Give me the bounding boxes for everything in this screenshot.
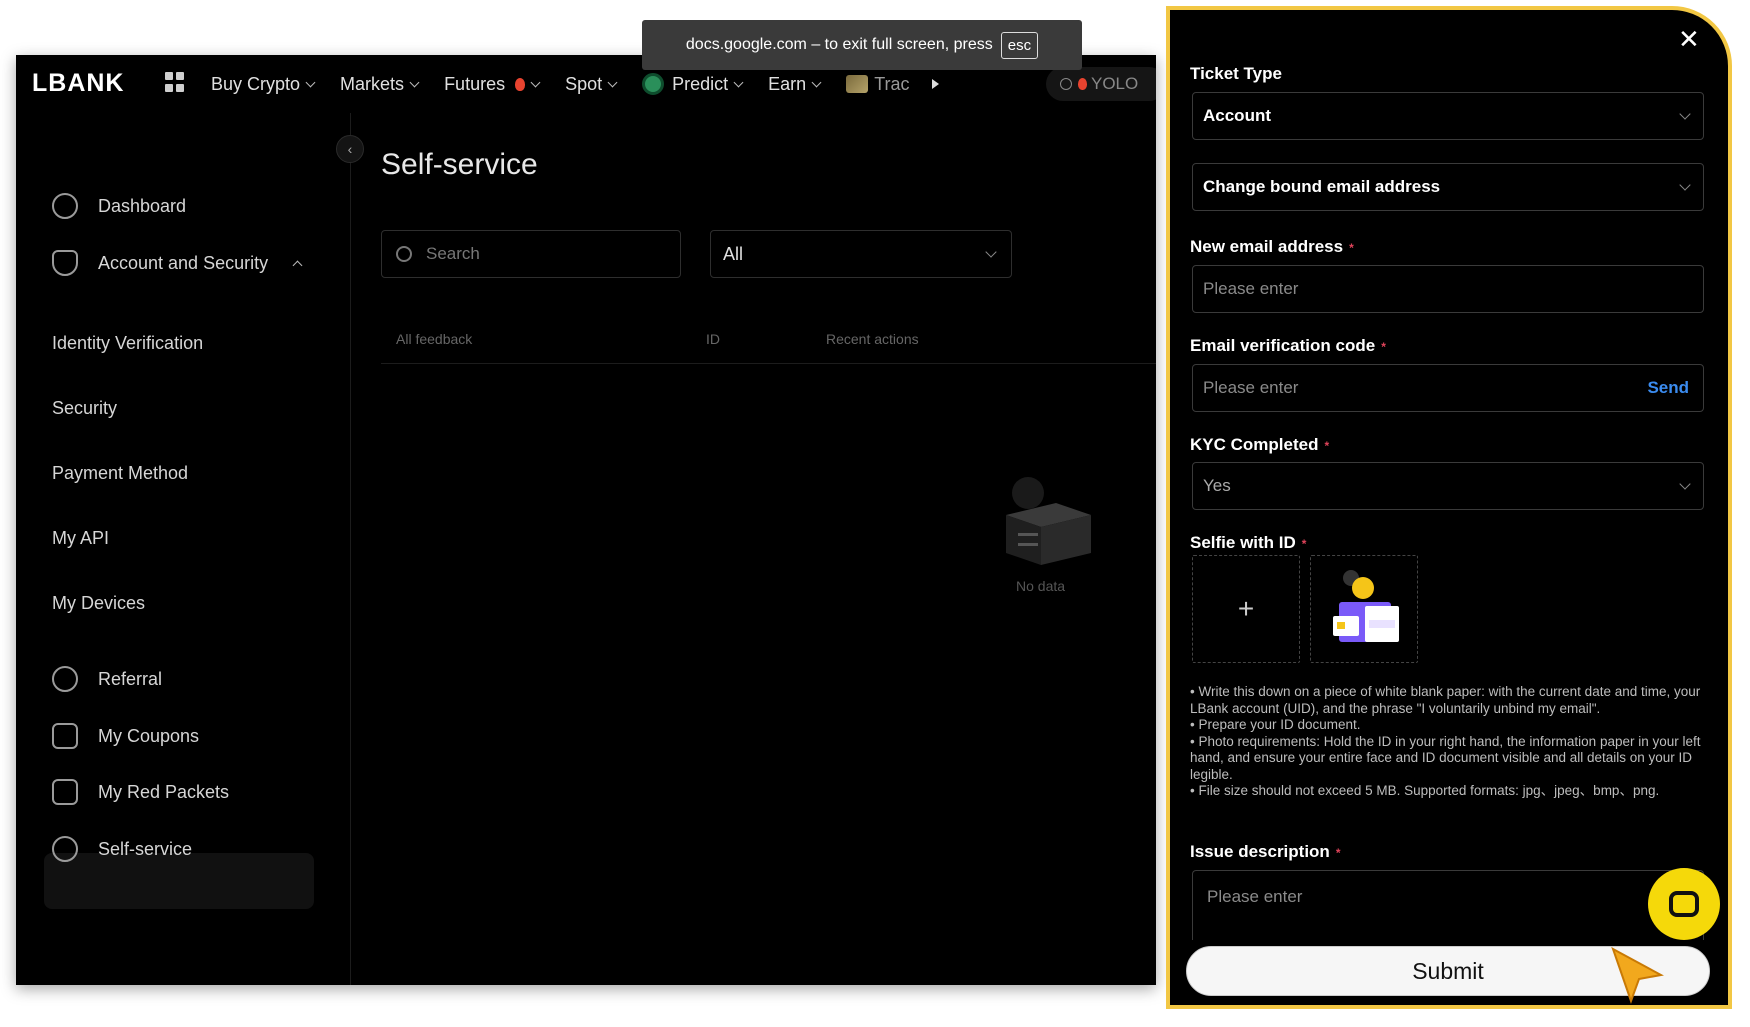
page-title: Self-service: [381, 148, 538, 181]
sidebar-item-payment-method[interactable]: Payment Method: [52, 463, 188, 484]
nav-buy-crypto[interactable]: Buy Crypto: [211, 74, 316, 95]
issue-description-label: Issue description *: [1190, 842, 1341, 861]
sidebar: Dashboard Account and Security Identity …: [16, 113, 351, 985]
sidebar-item-my-red-packets[interactable]: My Red Packets: [52, 779, 229, 805]
feedback-filter-select[interactable]: All: [710, 230, 1012, 278]
chevron-down-icon: [607, 77, 618, 87]
headset-icon: [52, 836, 78, 862]
lbank-window: LBANK Buy Crypto Markets Futures Spot Pr…: [16, 55, 1156, 985]
esc-key-hint: esc: [1000, 31, 1039, 59]
chevron-up-icon: [292, 260, 303, 270]
issue-description-field[interactable]: Please enter: [1192, 870, 1704, 940]
collapse-sidebar-button[interactable]: ‹: [336, 135, 364, 163]
support-chat-button[interactable]: [1648, 868, 1720, 940]
fullscreen-notice: docs.google.com – to exit full screen, p…: [642, 20, 1082, 70]
predict-icon: [642, 73, 665, 95]
column-recent-actions: Recent actions: [826, 331, 919, 347]
selfie-upload-button[interactable]: +: [1192, 555, 1300, 663]
red-packet-icon: [52, 779, 78, 805]
selfie-sample-illustration: [1333, 570, 1399, 642]
lbank-logo[interactable]: LBANK: [32, 69, 125, 98]
chevron-down-icon: [305, 77, 316, 87]
apps-grid-icon[interactable]: [165, 72, 185, 92]
column-id: ID: [706, 331, 720, 347]
sidebar-item-my-coupons[interactable]: My Coupons: [52, 723, 199, 749]
yolo-search[interactable]: YOLO: [1046, 67, 1156, 101]
required-marker: *: [1335, 846, 1341, 860]
ticket-type-label: Ticket Type: [1190, 64, 1282, 83]
chevron-down-icon: [530, 77, 541, 87]
required-marker: *: [1301, 537, 1307, 551]
fire-icon: [515, 77, 526, 91]
new-email-label: New email address *: [1190, 237, 1354, 256]
selfie-instructions: • Write this down on a piece of white bl…: [1190, 684, 1710, 800]
sidebar-item-identity-verification[interactable]: Identity Verification: [52, 333, 203, 354]
users-icon: [52, 666, 78, 692]
ticket-form-panel: ✕ Ticket Type Account Change bound email…: [1166, 6, 1732, 1009]
column-all-feedback: All feedback: [396, 331, 473, 347]
empty-box-icon: [1006, 477, 1091, 565]
sidebar-item-my-devices[interactable]: My Devices: [52, 593, 145, 614]
sidebar-item-account-security[interactable]: Account and Security: [52, 250, 303, 276]
trade-icon: [846, 75, 869, 93]
instruction-item: • File size should not exceed 5 MB. Supp…: [1190, 783, 1660, 798]
nav-futures[interactable]: Futures: [444, 74, 541, 95]
sidebar-item-my-api[interactable]: My API: [52, 528, 109, 549]
ticket-subtype-select[interactable]: Change bound email address: [1192, 163, 1704, 211]
fire-icon: [1078, 78, 1087, 90]
nav-predict[interactable]: Predict: [642, 73, 744, 95]
chat-icon: [1669, 891, 1699, 917]
sidebar-item-referral[interactable]: Referral: [52, 666, 162, 692]
nav-earn[interactable]: Earn: [768, 74, 822, 95]
sidebar-item-dashboard[interactable]: Dashboard: [52, 193, 186, 219]
kyc-completed-select[interactable]: Yes: [1192, 462, 1704, 510]
close-icon[interactable]: ✕: [1678, 26, 1700, 52]
selfie-label: Selfie with ID *: [1190, 533, 1307, 552]
send-code-button[interactable]: Send: [1647, 378, 1689, 398]
dashboard-icon: [52, 193, 78, 219]
chevron-down-icon: [733, 77, 744, 87]
ticket-type-select[interactable]: Account: [1192, 92, 1704, 140]
new-email-field[interactable]: Please enter: [1192, 265, 1704, 313]
search-icon: [396, 246, 412, 262]
search-icon: [1060, 78, 1072, 90]
sidebar-item-self-service[interactable]: Self-service: [52, 836, 192, 862]
coupon-icon: [52, 723, 78, 749]
required-marker: *: [1324, 439, 1330, 453]
email-code-label: Email verification code *: [1190, 336, 1386, 355]
required-marker: *: [1381, 340, 1386, 354]
required-marker: *: [1349, 241, 1354, 255]
chevron-down-icon: [1679, 179, 1691, 191]
selfie-sample-image[interactable]: [1310, 555, 1418, 663]
pointer-cursor-icon: [1611, 946, 1664, 1004]
chevron-down-icon: [409, 77, 420, 87]
empty-state-text: No data: [1016, 578, 1066, 594]
plus-icon: +: [1237, 593, 1255, 624]
search-input[interactable]: [426, 244, 646, 264]
nav-markets[interactable]: Markets: [340, 74, 420, 95]
scroll-right-icon[interactable]: [931, 79, 939, 89]
instruction-item: • Write this down on a piece of white bl…: [1190, 684, 1701, 716]
chevron-down-icon: [811, 77, 822, 87]
chevron-down-icon: [1679, 478, 1691, 490]
shield-icon: [52, 250, 78, 276]
chevron-down-icon: [985, 246, 997, 258]
nav-spot[interactable]: Spot: [565, 74, 618, 95]
instruction-item: • Prepare your ID document.: [1190, 717, 1361, 732]
sidebar-item-security[interactable]: Security: [52, 398, 117, 419]
chevron-down-icon: [1679, 108, 1691, 120]
nav-trade[interactable]: Trac: [846, 74, 939, 95]
kyc-completed-label: KYC Completed *: [1190, 435, 1330, 454]
instruction-item: • Photo requirements: Hold the ID in you…: [1190, 733, 1701, 782]
email-code-field[interactable]: Please enter Send: [1192, 364, 1704, 412]
search-field[interactable]: [381, 230, 681, 278]
table-header-divider: [381, 363, 1156, 364]
screen: LBANK Buy Crypto Markets Futures Spot Pr…: [0, 0, 1750, 1027]
